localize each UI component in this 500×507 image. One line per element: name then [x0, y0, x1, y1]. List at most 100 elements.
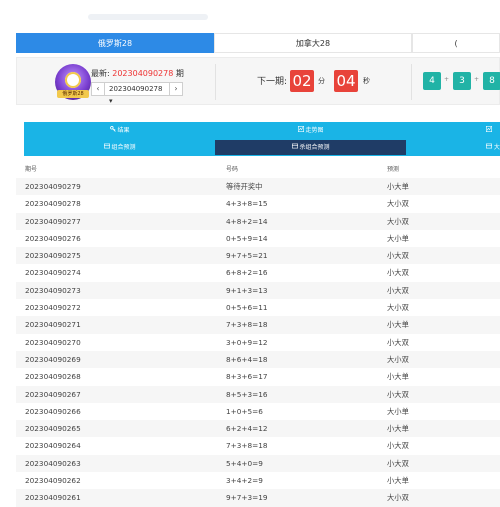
table-row: 202304090265 6+2+4=12 小大单 [16, 420, 500, 438]
draw-info-bar: 俄罗斯28 最新: 202304090278 期 ‹ 202304090278 … [16, 57, 500, 105]
prediction-cell: 小大双 [387, 441, 409, 451]
result-ball-2: 3 [453, 72, 471, 90]
table-row: 202304090277 4+8+2=14 大小双 [16, 212, 500, 230]
prediction-cell: 小大双 [387, 458, 409, 468]
issue-cell: 202304090279 [25, 182, 81, 191]
prediction-cell: 小大双 [387, 285, 409, 295]
issue-cell: 202304090263 [25, 458, 81, 468]
table-row: 202304090279 等待开奖中 小大单 [16, 178, 500, 196]
kill-combo-prediction-menu-item[interactable]: 杀组合预测 [215, 140, 406, 155]
numbers-cell: 9+7+3=19 [226, 493, 268, 503]
prediction-cell: 大小双 [387, 216, 409, 226]
numbers-cell: 等待开奖中 [226, 182, 263, 191]
table-header: 期号 号码 预测 [16, 160, 500, 176]
grid-icon [486, 143, 492, 149]
issue-cell: 202304090265 [25, 424, 81, 434]
numbers-cell: 3+0+9=12 [226, 337, 268, 347]
header-prediction: 预测 [387, 166, 400, 173]
prediction-cell: 大小单 [387, 233, 409, 243]
result-ball-1: 4 [423, 72, 441, 90]
prediction-cell: 小大双 [387, 389, 409, 399]
numbers-cell: 0+5+6=11 [226, 303, 268, 313]
table-row: 202304090262 3+4+2=9 小大单 [16, 472, 500, 490]
table-row: 202304090261 9+7+3=19 大小双 [16, 489, 500, 507]
prediction-cell: 大小双 [387, 199, 409, 209]
issue-cell: 202304090262 [25, 476, 81, 486]
numbers-cell: 8+5+3=16 [226, 389, 268, 399]
trend-chart-menu-item[interactable]: 走势图 [215, 123, 406, 138]
logo-ribbon: 俄罗斯28 [57, 90, 89, 98]
latest-issue-number: 202304090278 [112, 69, 174, 78]
issue-dropdown-value: 202304090278 [109, 85, 163, 93]
prev-issue-button[interactable]: ‹ [91, 82, 105, 96]
tab-canada-28[interactable]: 加拿大28 [214, 33, 412, 53]
lottery-tabs: 俄罗斯28 加拿大28 ( [16, 33, 500, 53]
numbers-cell: 4+8+2=14 [226, 216, 268, 226]
second-unit: 秒 [363, 77, 370, 85]
chevron-down-icon: ▾ [109, 97, 113, 105]
next-issue-button[interactable]: › [169, 82, 183, 96]
numbers-cell: 0+5+9=14 [226, 233, 268, 243]
table-row: 202304090264 7+3+8=18 小大双 [16, 437, 500, 455]
latest-suffix: 期 [173, 69, 184, 78]
prediction-cell: 大小双 [387, 493, 409, 503]
numbers-cell: 7+3+8=18 [226, 320, 268, 330]
table-row: 202304090269 8+6+4=18 大小双 [16, 350, 500, 369]
key-icon [109, 126, 116, 132]
issue-cell: 202304090277 [25, 216, 81, 226]
minute-unit: 分 [318, 77, 325, 85]
issue-cell: 202304090278 [25, 199, 81, 209]
lottery-logo: 俄罗斯28 [55, 64, 91, 100]
table-row: 202304090275 9+7+5=21 小大双 [16, 247, 500, 265]
big-menu-item[interactable]: 大 [406, 140, 500, 155]
issue-cell: 202304090271 [25, 320, 81, 330]
third-menu-item[interactable] [406, 123, 500, 138]
prediction-cell: 小大单 [387, 476, 409, 486]
big-menu-label: 大 [493, 144, 500, 151]
issue-cell: 202304090269 [25, 354, 81, 364]
numbers-cell: 1+0+5=6 [226, 406, 263, 416]
table-row: 202304090263 5+4+0=9 小大双 [16, 454, 500, 473]
tab-russia-28[interactable]: 俄罗斯28 [16, 33, 214, 53]
latest-prefix: 最新: [91, 69, 113, 78]
prediction-cell: 大小双 [387, 354, 409, 364]
issue-dropdown[interactable]: 202304090278 ▾ [105, 82, 169, 105]
grid-icon [103, 143, 110, 149]
function-menu: 结果 走势图 组合预测 杀组合预测 大 [24, 122, 500, 156]
header-placeholder [88, 14, 208, 20]
tab-third[interactable]: ( [412, 33, 500, 53]
header-numbers: 号码 [226, 166, 239, 173]
latest-issue-text: 最新: 202304090278 期 [91, 68, 184, 79]
issue-cell: 202304090264 [25, 441, 81, 451]
prediction-cell: 小大双 [387, 337, 409, 347]
issue-cell: 202304090267 [25, 389, 81, 399]
divider [215, 64, 216, 100]
table-row: 202304090271 7+3+8=18 小大单 [16, 316, 500, 334]
kill-combo-prediction-label: 杀组合预测 [299, 144, 330, 151]
issue-cell: 202304090268 [25, 372, 81, 382]
plus-sign: + [474, 76, 480, 83]
issue-cell: 202304090261 [25, 493, 81, 503]
chart-icon [297, 126, 304, 132]
plus-sign: + [444, 76, 450, 83]
table-row: 202304090276 0+5+9=14 大小单 [16, 229, 500, 248]
prediction-cell: 小大单 [387, 372, 409, 382]
combo-prediction-menu-item[interactable]: 组合预测 [24, 140, 215, 155]
table-row: 202304090266 1+0+5=6 大小单 [16, 402, 500, 421]
chart-icon [486, 126, 492, 132]
numbers-cell: 6+8+2=16 [226, 268, 268, 278]
prediction-cell: 大小双 [387, 303, 409, 313]
table-row: 202304090274 6+8+2=16 小大双 [16, 264, 500, 282]
prediction-cell: 小大单 [387, 424, 409, 434]
numbers-cell: 4+3+8=15 [226, 199, 268, 209]
function-row: 组合预测 杀组合预测 大 [24, 139, 500, 156]
issue-cell: 202304090273 [25, 285, 81, 295]
prediction-cell: 小大双 [387, 251, 409, 261]
issue-cell: 202304090266 [25, 406, 81, 416]
issue-cell: 202304090276 [25, 233, 81, 243]
results-menu-item[interactable]: 结果 [24, 123, 215, 138]
issue-cell: 202304090272 [25, 303, 81, 313]
countdown-seconds: 04 [334, 70, 358, 92]
results-label: 结果 [117, 127, 130, 134]
table-row: 202304090270 3+0+9=12 小大双 [16, 333, 500, 351]
